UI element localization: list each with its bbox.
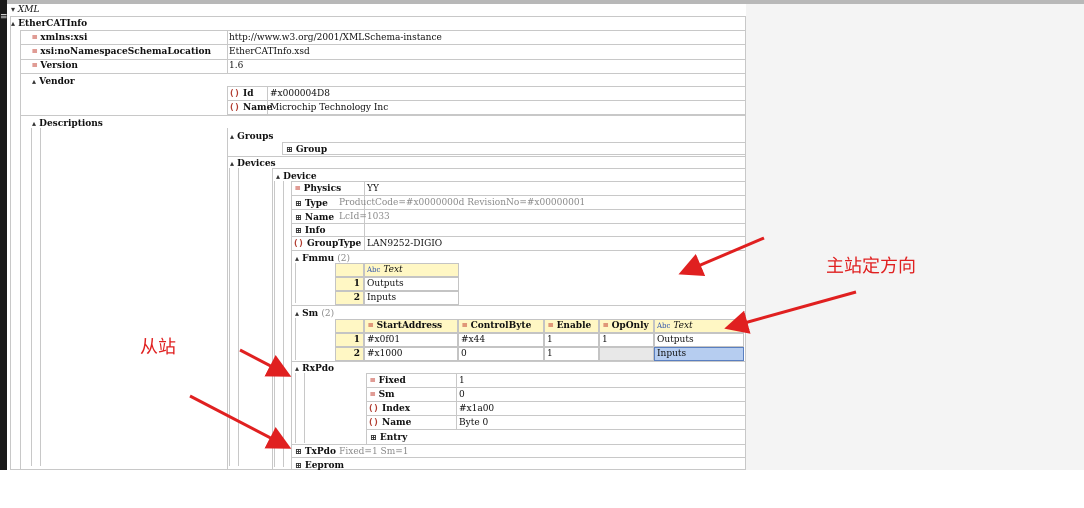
arrow-to-sm-text	[724, 290, 857, 334]
annotation-arrows	[189, 236, 857, 449]
arrow-to-rxpdo	[239, 348, 292, 377]
arrow-to-fmmu	[678, 236, 765, 277]
arrow-to-txpdo	[189, 394, 292, 449]
